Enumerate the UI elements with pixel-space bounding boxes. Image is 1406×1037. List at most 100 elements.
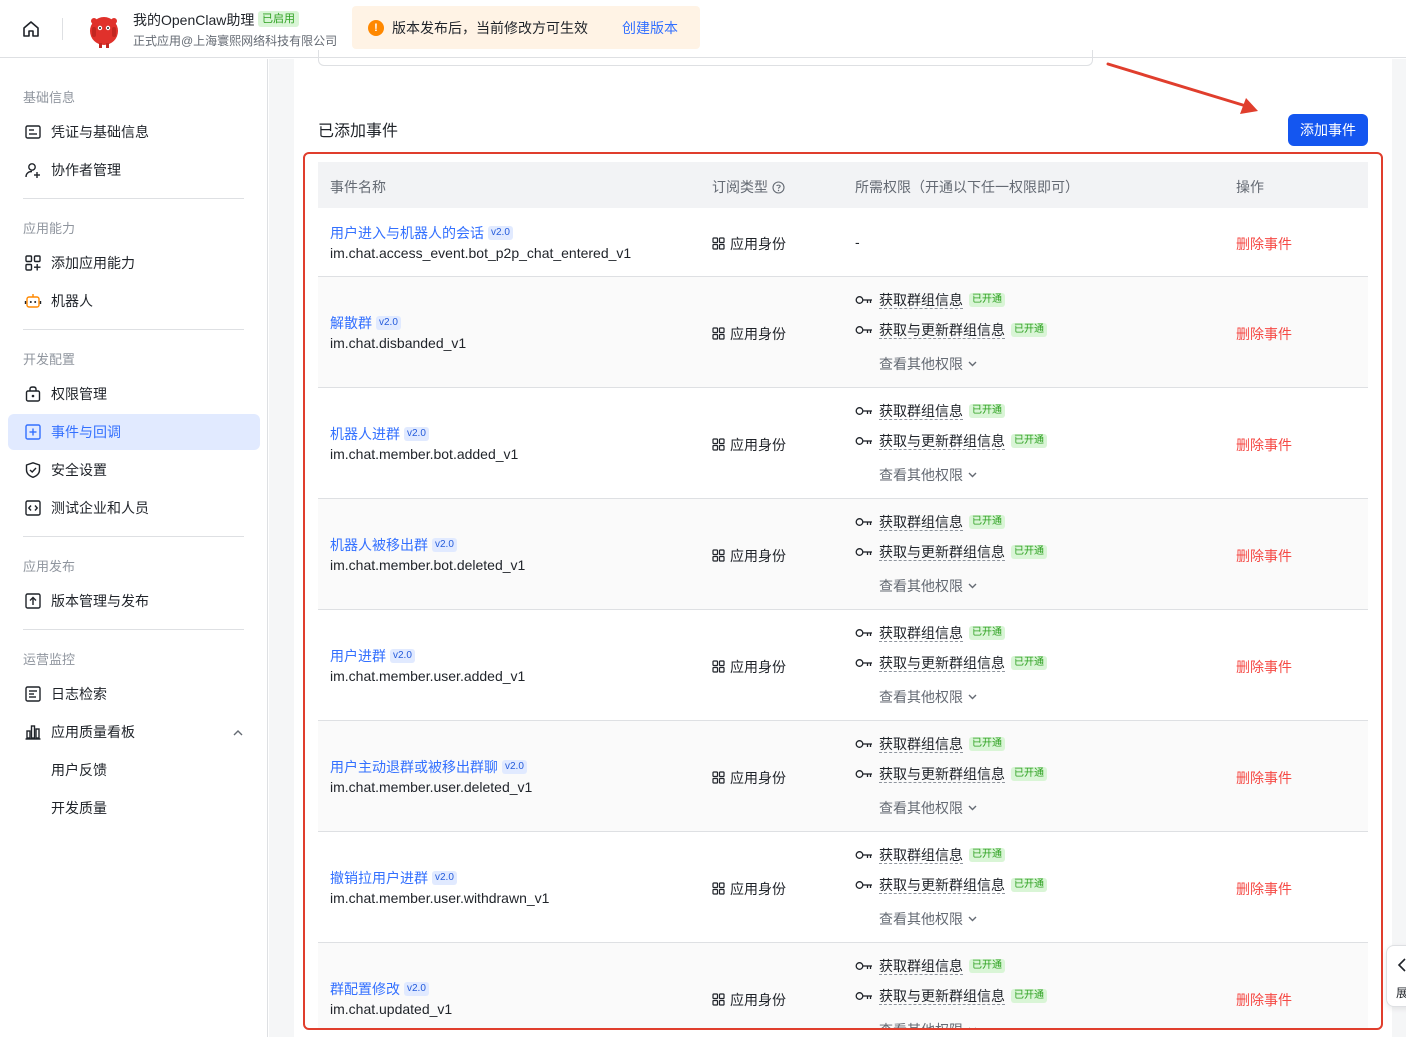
permission-name[interactable]: 获取群组信息 [879, 736, 963, 753]
sidebar-item-test-org[interactable]: 测试企业和人员 [8, 490, 260, 526]
permission-name[interactable]: 获取群组信息 [879, 625, 963, 642]
event-name-link[interactable]: 机器人进群 v2.0 [330, 424, 429, 444]
permission-item: 获取群组信息 已开通 [855, 625, 1005, 642]
event-name-link[interactable]: 解散群 v2.0 [330, 313, 401, 333]
event-icon [23, 422, 43, 442]
sidebar-item-security[interactable]: 安全设置 [8, 452, 260, 488]
app-identity-icon [712, 882, 725, 895]
sidebar-item-label: 版本管理与发布 [51, 593, 149, 609]
grid-add-icon [23, 253, 43, 273]
home-button[interactable] [18, 16, 44, 42]
event-name: 用户进群 [330, 647, 386, 664]
help-icon[interactable] [772, 180, 785, 194]
add-event-button[interactable]: 添加事件 [1288, 114, 1368, 146]
nav-group-title: 应用能力 [23, 221, 76, 236]
permission-status-badge: 已开通 [1011, 989, 1047, 1003]
create-version-link[interactable]: 创建版本 [622, 18, 678, 38]
permission-item: 获取群组信息 已开通 [855, 958, 1005, 975]
sidebar-item-label: 开发质量 [51, 800, 107, 816]
delete-event-button[interactable]: 删除事件 [1236, 435, 1292, 455]
subscription-type: 应用身份 [712, 435, 786, 455]
permission-name[interactable]: 获取与更新群组信息 [879, 433, 1005, 450]
permission-name[interactable]: 获取与更新群组信息 [879, 877, 1005, 894]
permission-name[interactable]: 获取与更新群组信息 [879, 544, 1005, 561]
delete-event-button[interactable]: 删除事件 [1236, 657, 1292, 677]
view-more-permissions[interactable]: 查看其他权限 [879, 1020, 978, 1031]
sidebar-item-add-capability[interactable]: 添加应用能力 [8, 245, 260, 281]
subscription-type: 应用身份 [712, 768, 786, 788]
chevron-down-icon [967, 913, 978, 924]
permission-name[interactable]: 获取与更新群组信息 [879, 988, 1005, 1005]
chevron-up-icon [232, 726, 244, 742]
event-code: im.chat.member.user.deleted_v1 [330, 778, 533, 795]
previous-section-box [318, 50, 1093, 66]
view-more-permissions[interactable]: 查看其他权限 [879, 687, 978, 707]
sidebar-item-permissions[interactable]: 权限管理 [8, 376, 260, 412]
event-name-link[interactable]: 用户进群 v2.0 [330, 646, 415, 666]
delete-event-button[interactable]: 删除事件 [1236, 234, 1292, 254]
publish-notice: ! 版本发布后，当前修改方可生效 创建版本 [352, 6, 700, 49]
key-icon [855, 628, 873, 638]
chevron-down-icon [967, 802, 978, 813]
expand-side-tab[interactable]: 展 [1386, 945, 1406, 1007]
event-name-link[interactable]: 群配置修改 v2.0 [330, 979, 429, 999]
sidebar-item-dev-quality[interactable]: 开发质量 [8, 790, 260, 826]
sidebar-item-log-search[interactable]: 日志检索 [8, 676, 260, 712]
user-add-icon [23, 160, 43, 180]
table-header: 事件名称 订阅类型 所需权限（开通以下任一权限即可） 操作 [318, 162, 1368, 208]
sidebar-item-user-feedback[interactable]: 用户反馈 [8, 752, 260, 788]
delete-event-button[interactable]: 删除事件 [1236, 990, 1292, 1010]
event-name: 用户进入与机器人的会话 [330, 224, 484, 241]
permission-name[interactable]: 获取群组信息 [879, 958, 963, 975]
key-icon [855, 991, 873, 1001]
sidebar-item-events-callbacks[interactable]: 事件与回调 [8, 414, 260, 450]
permission-item: 获取与更新群组信息 已开通 [855, 877, 1047, 894]
permission-item: 获取与更新群组信息 已开通 [855, 544, 1047, 561]
view-more-permissions[interactable]: 查看其他权限 [879, 576, 978, 596]
permission-name[interactable]: 获取与更新群组信息 [879, 655, 1005, 672]
sidebar-item-quality-dashboard[interactable]: 应用质量看板 [8, 714, 260, 750]
permission-name[interactable]: 获取群组信息 [879, 292, 963, 309]
view-more-permissions-label: 查看其他权限 [879, 910, 963, 927]
sidebar-item-credentials[interactable]: 凭证与基础信息 [8, 114, 260, 150]
sidebar-item-collaborators[interactable]: 协作者管理 [8, 152, 260, 188]
app-identity-icon [712, 993, 725, 1006]
log-icon [23, 684, 43, 704]
delete-event-button[interactable]: 删除事件 [1236, 768, 1292, 788]
view-more-permissions-label: 查看其他权限 [879, 688, 963, 705]
app-avatar [84, 9, 124, 49]
delete-event-button[interactable]: 删除事件 [1236, 879, 1292, 899]
bar-chart-icon [23, 722, 43, 742]
view-more-permissions[interactable]: 查看其他权限 [879, 354, 978, 374]
view-more-permissions-label: 查看其他权限 [879, 1021, 963, 1031]
event-name-link[interactable]: 撤销拉用户进群 v2.0 [330, 868, 457, 888]
table-row: 机器人进群 v2.0 im.chat.member.bot.added_v1 应用身份… [318, 388, 1368, 499]
id-card-icon [23, 122, 43, 142]
permission-status-badge: 已开通 [969, 848, 1005, 862]
delete-event-button[interactable]: 删除事件 [1236, 324, 1292, 344]
delete-event-button[interactable]: 删除事件 [1236, 546, 1292, 566]
event-name-link[interactable]: 用户进入与机器人的会话 v2.0 [330, 223, 513, 243]
permission-name[interactable]: 获取群组信息 [879, 403, 963, 420]
permission-name[interactable]: 获取群组信息 [879, 847, 963, 864]
event-name: 用户主动退群或被移出群聊 [330, 758, 498, 775]
app-identity-icon [712, 771, 725, 784]
chevron-down-icon [967, 1024, 978, 1030]
chevron-down-icon [967, 691, 978, 702]
event-name-link[interactable]: 用户主动退群或被移出群聊 v2.0 [330, 757, 527, 777]
sidebar-item-bot[interactable]: 机器人 [8, 283, 260, 319]
event-name-link[interactable]: 机器人被移出群 v2.0 [330, 535, 457, 555]
home-icon [23, 21, 39, 37]
permission-name[interactable]: 获取与更新群组信息 [879, 766, 1005, 783]
key-icon [855, 880, 873, 890]
table-row: 用户进入与机器人的会话 v2.0 im.chat.access_event.bot_… [318, 208, 1368, 277]
view-more-permissions[interactable]: 查看其他权限 [879, 465, 978, 485]
permission-item: 获取群组信息 已开通 [855, 847, 1005, 864]
permission-name[interactable]: 获取与更新群组信息 [879, 322, 1005, 339]
chevron-left-icon [1396, 957, 1406, 976]
view-more-permissions[interactable]: 查看其他权限 [879, 909, 978, 929]
key-icon [855, 517, 873, 527]
permission-name[interactable]: 获取群组信息 [879, 514, 963, 531]
view-more-permissions[interactable]: 查看其他权限 [879, 798, 978, 818]
sidebar-item-versions[interactable]: 版本管理与发布 [8, 583, 260, 619]
